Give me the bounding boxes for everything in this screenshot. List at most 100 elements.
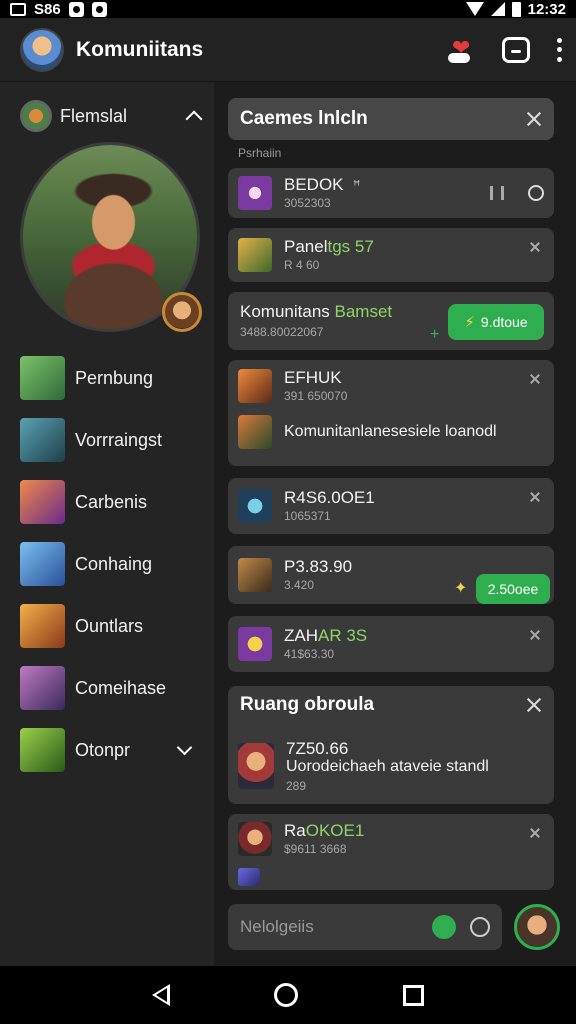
more-menu-icon[interactable]: [556, 37, 562, 62]
chevron-down-icon[interactable]: [176, 739, 193, 755]
signal-icon: [490, 2, 505, 16]
game-card[interactable]: Paneltgs 57 R 4 60: [228, 228, 554, 282]
profile-avatar[interactable]: [20, 27, 64, 72]
close-icon[interactable]: [530, 630, 540, 640]
game-card[interactable]: ZAHAR 3S 41$63.30: [228, 616, 554, 672]
keyboard-icon: [10, 2, 26, 16]
sidebar-item-5[interactable]: Comeihase: [20, 666, 200, 710]
game-name: Ra: [284, 820, 306, 840]
game-icon: [238, 369, 272, 403]
game-card[interactable]: EFHUK 391 650070 Komunitanlanesesiele lo…: [228, 360, 554, 466]
sidebar-item-label: Conhaing: [75, 553, 153, 574]
game-name: Panel: [284, 236, 328, 256]
app-title: Komuniitans: [76, 37, 204, 61]
close-icon[interactable]: [530, 242, 540, 252]
game-detail: Komunitanlanesesiele loanodl: [284, 422, 497, 440]
game-name-highlight: OKOE1: [305, 820, 365, 840]
battery-icon: [511, 1, 521, 17]
close-icon[interactable]: [530, 828, 540, 838]
game-icon: [238, 822, 272, 856]
game-sub: 3052303: [284, 196, 331, 211]
game-name-highlight: tgs 57: [327, 236, 374, 256]
game-sub: 1065371: [284, 509, 331, 524]
sidebar-item-4[interactable]: Ountlars: [20, 604, 200, 648]
sidebar-item-6[interactable]: Otonpr: [20, 728, 200, 772]
home-icon[interactable]: [274, 983, 299, 1007]
sidebar-item-2[interactable]: Carbenis: [20, 480, 200, 524]
close-icon[interactable]: [526, 111, 542, 127]
group-avatar: [20, 100, 52, 132]
pause-icon[interactable]: [490, 186, 504, 200]
attach-icon[interactable]: [470, 917, 490, 937]
community-name: Komunitans: [240, 302, 330, 321]
recents-icon[interactable]: [402, 984, 424, 1006]
game-name: R4S6.0OE1: [284, 487, 375, 507]
main-content: Caemes lnlcln Psrhaiin BEDOK ꟸ 3052303 P…: [214, 82, 576, 966]
game-tag: ꟸ: [352, 177, 361, 193]
app-header: Komuniitans: [0, 18, 576, 82]
chevron-up-icon[interactable]: [185, 110, 203, 128]
room-sub: 289: [286, 778, 307, 793]
favorites-icon[interactable]: [448, 35, 476, 63]
game-icon: [238, 489, 272, 523]
hero-badge-avatar[interactable]: [162, 292, 202, 332]
emoji-icon[interactable]: [432, 915, 456, 939]
game-thumbnail: [20, 542, 65, 586]
play-button-label: 2.50oee: [487, 581, 539, 597]
bolt-icon: ✦: [454, 580, 468, 597]
sidebar-item-3[interactable]: Conhaing: [20, 542, 200, 586]
info-icon[interactable]: [528, 185, 544, 201]
sidebar-item-label: Vorrraingst: [75, 429, 163, 450]
game-sub: 41$63.30: [284, 647, 335, 662]
game-sub: $9611 3668: [284, 842, 347, 857]
game-name: ZAH: [284, 625, 318, 645]
message-input[interactable]: Nelolgeiis: [228, 904, 502, 950]
game-name: EFHUK: [284, 367, 342, 387]
sidebar-item-label: Ountlars: [75, 615, 144, 636]
game-card[interactable]: BEDOK ꟸ 3052303: [228, 168, 554, 218]
game-thumbnail: [20, 418, 65, 462]
back-icon[interactable]: [152, 984, 171, 1006]
game-thumbnail: [20, 666, 65, 710]
sidebar: Flemslal Pernbung Vorrraingst Carbenis C…: [0, 82, 214, 966]
close-icon[interactable]: [530, 492, 540, 502]
sidebar-item-label: Carbenis: [75, 491, 148, 512]
status-bar: S86 12:32: [0, 0, 576, 18]
panel-header: Caemes lnlcln: [228, 98, 554, 140]
message-placeholder: Nelolgeiis: [240, 917, 314, 936]
notification-icon: [91, 1, 107, 17]
chat-icon[interactable]: [502, 36, 530, 63]
game-icon: [238, 743, 274, 789]
play-button[interactable]: 2.50oee: [476, 574, 550, 604]
room-code: 7Z50.66: [286, 738, 349, 758]
sidebar-item-label: Comeihase: [75, 677, 167, 698]
close-icon[interactable]: [530, 374, 540, 384]
join-button[interactable]: ⚡ 9.dtoue: [448, 304, 544, 340]
sidebar-item-label: Pernbung: [75, 367, 154, 388]
game-card[interactable]: P3.83.90 3.420 ✦ 2.50oee: [228, 546, 554, 604]
lightning-icon: ⚡: [464, 314, 475, 331]
room-title: Ruang obroula: [240, 694, 375, 715]
camera-icon: [68, 1, 84, 17]
game-icon: [238, 238, 272, 272]
panel-title: Caemes lnlcln: [240, 108, 368, 129]
room-detail: Uorodeichaeh ataveie standl: [286, 758, 489, 776]
sidebar-header[interactable]: Flemslal: [20, 98, 203, 134]
sidebar-item-1[interactable]: Vorrraingst: [20, 418, 200, 462]
game-thumbnail: [20, 604, 65, 648]
sidebar-item-0[interactable]: Pernbung: [20, 356, 200, 400]
section-label: Psrhaiin: [238, 146, 282, 160]
close-icon[interactable]: [526, 697, 542, 713]
game-name: BEDOK: [284, 174, 344, 194]
sidebar-header-label: Flemslal: [60, 105, 128, 126]
user-avatar[interactable]: [514, 904, 560, 950]
wifi-icon: [465, 2, 484, 16]
status-text: S86: [34, 0, 61, 18]
game-card[interactable]: RaOKOE1 $9611 3668: [228, 814, 554, 890]
game-icon: [238, 558, 272, 592]
community-card[interactable]: Komunitans Bamset 3488.80022067 + ⚡ 9.dt…: [228, 292, 554, 350]
room-card[interactable]: Ruang obroula 7Z50.66 Uorodeichaeh atave…: [228, 686, 554, 804]
game-mini-icon: [238, 868, 260, 886]
game-card[interactable]: R4S6.0OE1 1065371: [228, 478, 554, 534]
game-icon: [238, 176, 272, 210]
